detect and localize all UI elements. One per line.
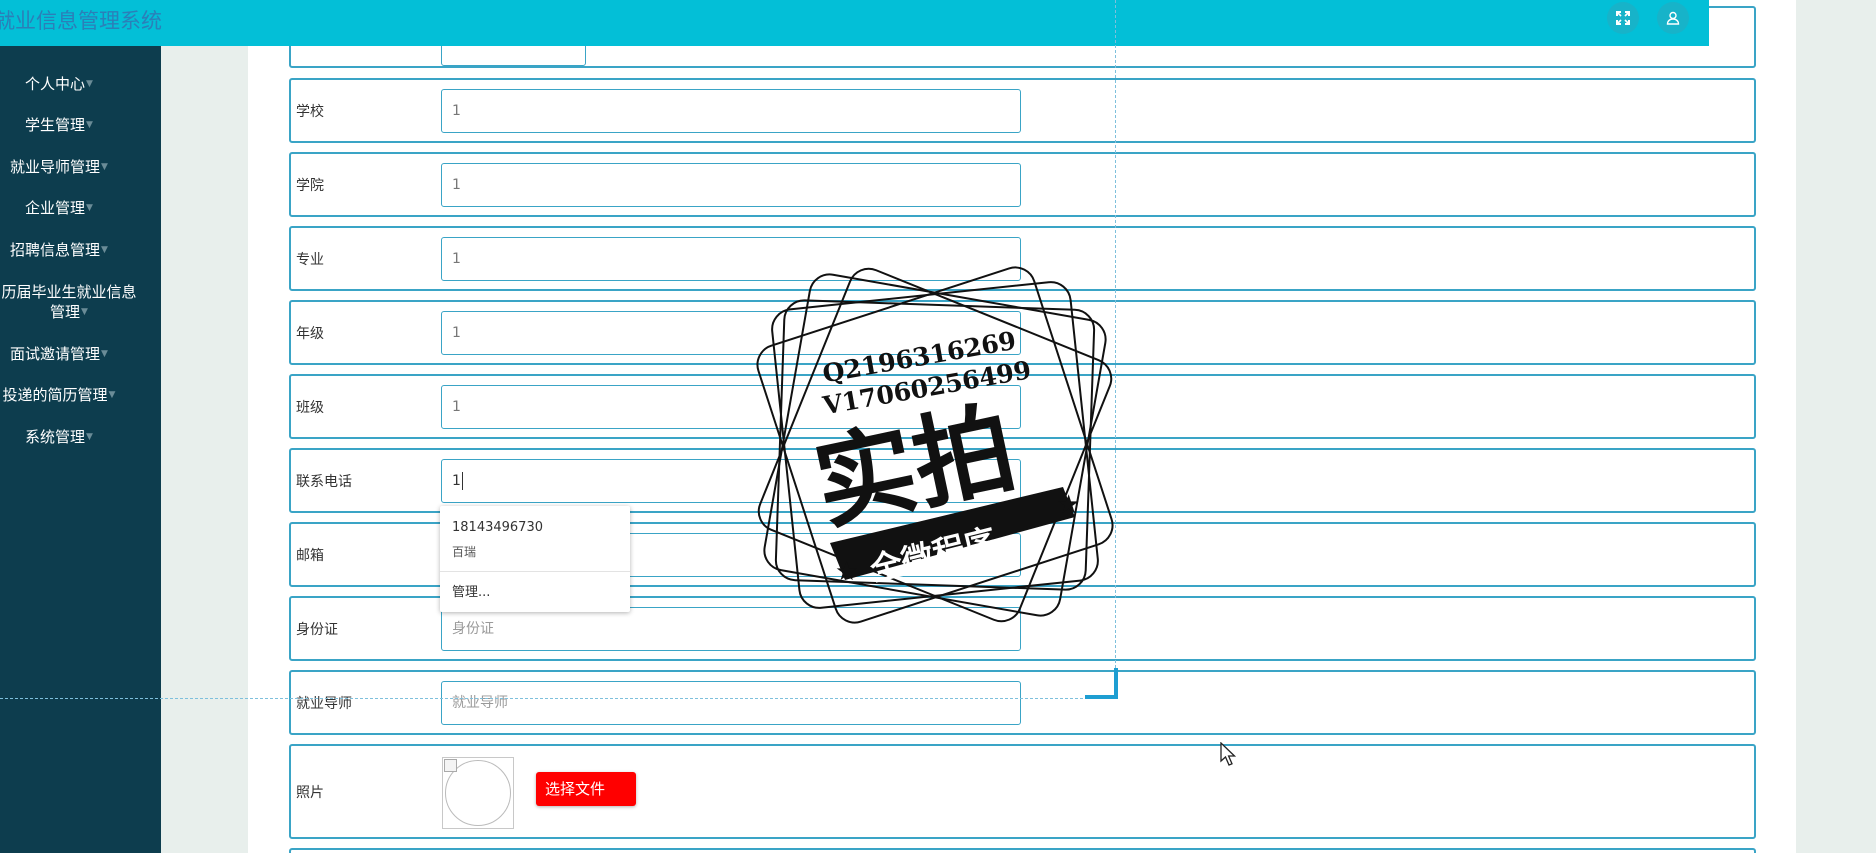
fullscreen-button[interactable] — [1607, 2, 1639, 34]
sidebar-item-resumes[interactable]: 投递的简历管理▼ — [0, 385, 118, 406]
guide-line-horizontal — [0, 698, 1113, 699]
field-label: 联系电话 — [296, 473, 352, 490]
star-icon: ★ — [835, 557, 858, 587]
sidebar-item-label: 系统管理 — [25, 428, 86, 446]
form-row-mentor: 就业导师 就业导师 — [289, 670, 1756, 735]
chevron-down-icon: ▼ — [86, 203, 93, 213]
field-label: 就业导师 — [296, 695, 352, 712]
form-row-photo: 照片 选择文件 — [289, 744, 1756, 839]
sidebar-item-students[interactable]: 学生管理▼ — [0, 115, 118, 136]
watermark-stamp: Q2196316269 V17060256499 实拍 全微程序 ★ ★ — [756, 266, 1114, 624]
text-cursor — [461, 472, 463, 490]
college-input[interactable]: 1 — [441, 163, 1021, 207]
form-row-college: 学院 1 — [289, 152, 1756, 217]
sidebar-item-system[interactable]: 系统管理▼ — [0, 427, 118, 448]
chevron-down-icon: ▼ — [108, 390, 116, 400]
field-label: 年级 — [296, 325, 324, 342]
divider — [440, 571, 630, 572]
sidebar-item-recruitment[interactable]: 招聘信息管理▼ — [0, 240, 118, 261]
sidebar-item-label: 历届毕业生就业信息管理 — [1, 283, 137, 321]
mouse-pointer-icon — [1220, 742, 1237, 766]
expand-icon — [1616, 11, 1630, 25]
sidebar-item-label: 面试邀请管理 — [10, 345, 101, 363]
chevron-down-icon: ▼ — [101, 349, 108, 359]
suggestion-name[interactable]: 百瑞 — [452, 543, 476, 560]
sidebar-item-mentors[interactable]: 就业导师管理▼ — [0, 157, 118, 178]
photo-preview — [442, 757, 514, 829]
field-label: 邮箱 — [296, 547, 324, 564]
sidebar-item-interviews[interactable]: 面试邀请管理▼ — [0, 344, 118, 365]
field-label: 学校 — [296, 103, 324, 120]
sidebar-item-label: 企业管理 — [25, 199, 86, 217]
mentor-input[interactable]: 就业导师 — [441, 681, 1021, 725]
manage-suggestions[interactable]: 管理... — [452, 581, 490, 600]
chevron-down-icon: ▼ — [101, 245, 108, 255]
phone-value: 1 — [452, 473, 461, 489]
sidebar-item-label: 投递的简历管理 — [2, 386, 108, 404]
selection-corner — [1085, 668, 1118, 699]
chevron-down-icon: ▼ — [86, 120, 93, 130]
sidebar-item-label: 就业导师管理 — [10, 158, 101, 176]
choose-file-button[interactable]: 选择文件 — [536, 772, 636, 806]
field-label: 班级 — [296, 399, 324, 416]
sidebar-item-personal-center[interactable]: 个人中心▼ — [0, 74, 118, 95]
sidebar-item-companies[interactable]: 企业管理▼ — [0, 198, 118, 219]
chevron-down-icon: ▼ — [81, 307, 88, 317]
sidebar: 个人中心▼ 学生管理▼ 就业导师管理▼ 企业管理▼ 招聘信息管理▼ 历届毕业生就… — [0, 46, 161, 853]
field-label: 身份证 — [296, 621, 338, 638]
field-label: 照片 — [296, 784, 324, 801]
chevron-down-icon: ▼ — [86, 432, 93, 442]
sidebar-item-label: 个人中心 — [25, 75, 86, 93]
user-icon — [1666, 11, 1680, 25]
field-label: 专业 — [296, 251, 324, 268]
form-row-school: 学校 1 — [289, 78, 1756, 143]
suggestion-phone[interactable]: 18143496730 — [452, 520, 543, 535]
autocomplete-dropdown: 18143496730 百瑞 管理... — [440, 506, 630, 612]
form-row — [289, 848, 1756, 853]
sidebar-item-label: 招聘信息管理 — [10, 241, 101, 259]
user-button[interactable] — [1657, 2, 1689, 34]
field-label: 学院 — [296, 177, 324, 194]
star-icon: ★ — [1057, 490, 1080, 520]
broken-image-icon — [444, 759, 457, 772]
school-input[interactable]: 1 — [441, 89, 1021, 133]
sidebar-item-label: 学生管理 — [25, 116, 86, 134]
app-title: 就业信息管理系统 — [0, 9, 162, 33]
top-header: 就业信息管理系统 — [0, 0, 1709, 46]
chevron-down-icon: ▼ — [86, 79, 93, 89]
chevron-down-icon: ▼ — [101, 162, 108, 172]
sidebar-item-graduates[interactable]: 历届毕业生就业信息管理▼ — [0, 282, 142, 322]
